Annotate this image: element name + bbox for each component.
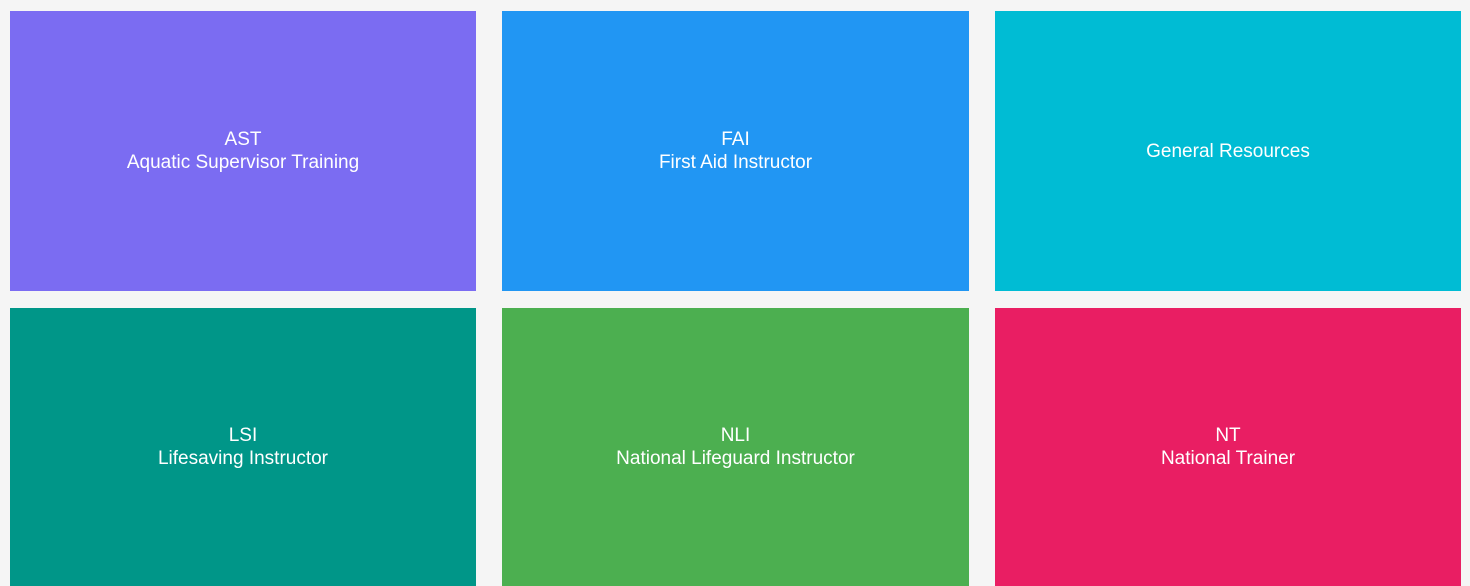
tile-title: Aquatic Supervisor Training xyxy=(126,152,360,173)
tile-title: National Trainer xyxy=(1160,448,1296,469)
tile-fai[interactable]: FAI First Aid Instructor xyxy=(502,11,969,291)
course-tile-grid: AST Aquatic Supervisor Training FAI Firs… xyxy=(0,0,1470,586)
tile-title: National Lifeguard Instructor xyxy=(616,448,855,469)
tile-code: AST xyxy=(224,129,262,150)
tile-nt[interactable]: NT National Trainer xyxy=(995,308,1461,586)
tile-title: General Resources xyxy=(1146,140,1310,162)
tile-lsi[interactable]: LSI Lifesaving Instructor xyxy=(10,308,476,586)
tile-title: First Aid Instructor xyxy=(658,152,813,173)
tile-general-resources[interactable]: General Resources xyxy=(995,11,1461,291)
tile-code: NT xyxy=(1215,425,1241,446)
tile-code: NLI xyxy=(720,425,751,446)
tile-code: FAI xyxy=(721,129,750,150)
tile-ast[interactable]: AST Aquatic Supervisor Training xyxy=(10,11,476,291)
tile-nli[interactable]: NLI National Lifeguard Instructor xyxy=(502,308,969,586)
tile-code: LSI xyxy=(228,425,258,446)
tile-title: Lifesaving Instructor xyxy=(157,448,329,469)
